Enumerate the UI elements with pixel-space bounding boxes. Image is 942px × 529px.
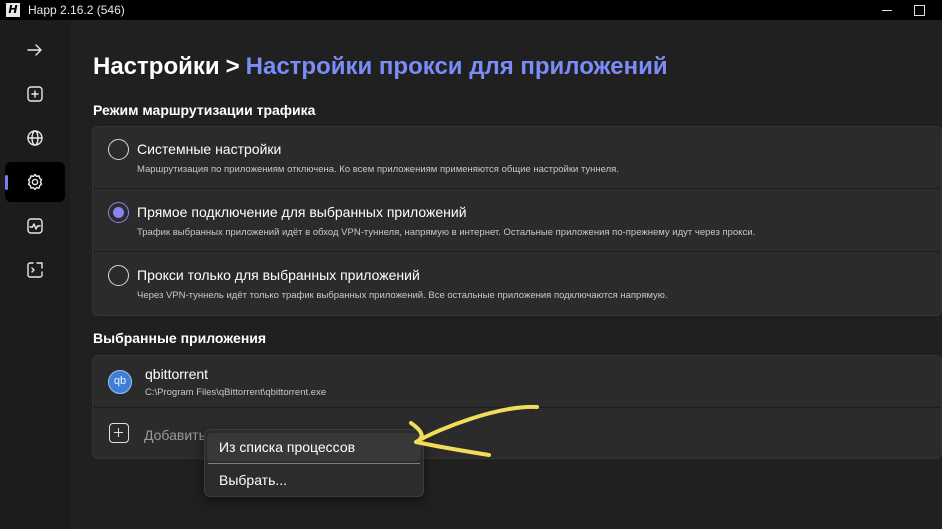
routing-mode-card: Системные настройки Маршрутизация по при… (92, 126, 942, 316)
routing-option-direct[interactable]: Прямое подключение для выбранных приложе… (93, 190, 941, 252)
add-app-label: Добавить (144, 427, 206, 443)
sidebar (0, 20, 70, 529)
sidebar-item-logs[interactable] (5, 250, 65, 290)
radio-button[interactable] (108, 265, 129, 286)
qbittorrent-app-icon: qb (108, 370, 132, 394)
routing-section-label: Режим маршрутизации трафика (93, 102, 316, 118)
option-title: Прокси только для выбранных приложений (137, 267, 420, 283)
app-name: qbittorrent (145, 366, 209, 382)
globe-icon (27, 130, 43, 146)
plus-square-icon (109, 423, 129, 443)
option-description: Маршрутизация по приложениям отключена. … (137, 164, 619, 175)
app-path: C:\Program Files\qBittorrent\qbittorrent… (145, 387, 327, 398)
add-app-context-menu: Из списка процессов Выбрать... (204, 429, 424, 497)
activity-monitor-icon (27, 218, 43, 234)
breadcrumb: Настройки > Настройки прокси для приложени… (93, 53, 668, 81)
option-title: Прямое подключение для выбранных приложе… (137, 204, 467, 220)
page-title: Настройки прокси для приложений (245, 53, 668, 80)
breadcrumb-settings-link[interactable]: Настройки (93, 53, 220, 80)
sidebar-item-connect[interactable] (5, 30, 65, 70)
menu-divider (208, 463, 420, 464)
routing-option-proxy-only[interactable]: Прокси только для выбранных приложений Ч… (93, 253, 941, 315)
app-logo: H (6, 3, 20, 17)
sidebar-item-add[interactable] (5, 74, 65, 114)
minimize-button[interactable] (872, 0, 902, 20)
active-indicator (5, 175, 8, 190)
window-title: Happ 2.16.2 (546) (28, 3, 125, 17)
log-console-icon (27, 262, 43, 278)
maximize-button[interactable] (904, 0, 934, 20)
sidebar-item-settings[interactable] (5, 162, 65, 202)
title-bar: H Happ 2.16.2 (546) (0, 0, 942, 20)
breadcrumb-separator: > (225, 53, 240, 80)
main-content: Настройки > Настройки прокси для приложени… (70, 20, 942, 529)
arrow-right-icon (27, 44, 42, 56)
sidebar-item-servers[interactable] (5, 118, 65, 158)
option-description: Трафик выбранных приложений идёт в обход… (137, 227, 756, 238)
gear-icon (27, 173, 43, 191)
menu-item-browse[interactable]: Выбрать... (207, 466, 421, 494)
selected-apps-section-label: Выбранные приложения (93, 330, 267, 346)
add-square-icon (27, 86, 43, 102)
radio-button-selected[interactable] (108, 202, 129, 223)
radio-button[interactable] (108, 139, 129, 160)
sidebar-item-monitor[interactable] (5, 206, 65, 246)
list-item[interactable]: qb qbittorrent C:\Program Files\qBittorr… (93, 356, 941, 408)
menu-item-from-process-list[interactable]: Из списка процессов (207, 433, 421, 461)
option-title: Системные настройки (137, 141, 282, 157)
option-description: Через VPN-туннель идёт только трафик выб… (137, 290, 668, 301)
routing-option-system[interactable]: Системные настройки Маршрутизация по при… (93, 127, 941, 189)
